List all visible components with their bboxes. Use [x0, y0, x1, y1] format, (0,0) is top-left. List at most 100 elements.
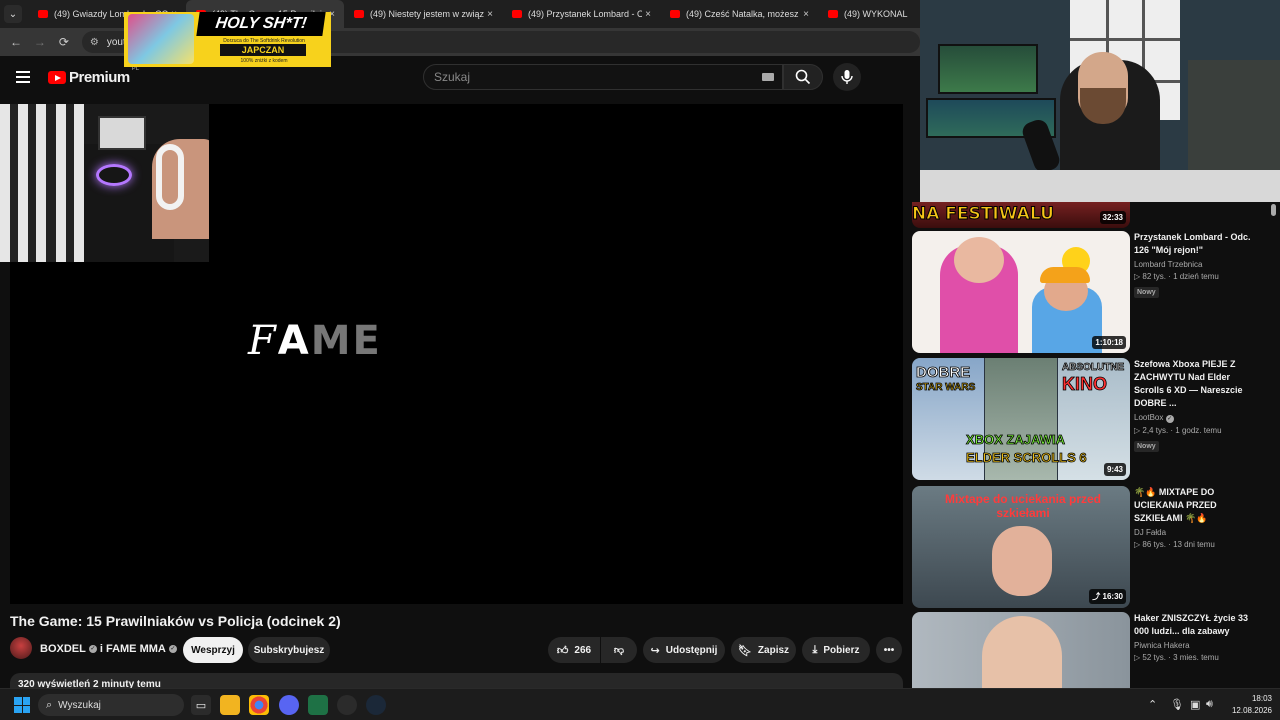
chevron-down-icon[interactable]: ⌄: [4, 5, 22, 23]
menu-icon[interactable]: [16, 71, 30, 83]
tab-title: (49) Przystanek Lombard - Odc: [528, 9, 642, 19]
steam-icon[interactable]: [366, 695, 386, 715]
video-title[interactable]: 🌴🔥 MIXTAPE DO UCIEKANIA PRZED SZKIEŁAMI …: [1134, 486, 1262, 525]
list-item[interactable]: NA FESTIWALU 32:33: [912, 202, 1272, 228]
site-settings-icon[interactable]: ⚙: [90, 37, 99, 48]
like-button[interactable]: 👍︎ 266: [548, 637, 600, 663]
taskbar-search-input[interactable]: ⌕ Wyszukaj: [38, 694, 184, 716]
chrome-icon[interactable]: [249, 695, 269, 715]
browser-tab[interactable]: (49) Przystanek Lombard - Odc ×: [502, 0, 660, 28]
like-count: 266: [574, 644, 592, 656]
keyboard-icon[interactable]: [762, 73, 774, 81]
sponsor-banner: HOLY SH*T! Dorzuca do The Softdrink Revo…: [124, 12, 331, 67]
browser-tab[interactable]: (49) Cześć Natalka, możesz wyg×: [660, 0, 818, 28]
channel-name[interactable]: Piwnica Hakera: [1134, 641, 1262, 650]
headphones: [156, 144, 184, 210]
verified-icon: ✓: [168, 645, 177, 653]
video-thumbnail[interactable]: NA FESTIWALU 32:33: [912, 202, 1130, 228]
views: 52 tys.: [1142, 653, 1166, 662]
views: 2,4 tys.: [1142, 426, 1169, 435]
download-button[interactable]: ⤓ Pobierz: [802, 637, 870, 663]
task-view-icon[interactable]: ▭: [191, 695, 211, 715]
microphone-icon[interactable]: 🎙︎: [1170, 698, 1184, 711]
scrollbar-thumb[interactable]: [1271, 204, 1276, 216]
age: 1 dzień temu: [1173, 272, 1219, 281]
channel-name[interactable]: DJ Fałda: [1134, 528, 1262, 537]
tab-title: (49) Niestety jestem w związku: [370, 9, 484, 19]
channel-name[interactable]: BOXDEL ✓ i FAME MMA ✓: [40, 643, 177, 655]
youtube-favicon-icon: [512, 10, 522, 18]
search-input[interactable]: Szukaj: [423, 64, 783, 90]
close-icon[interactable]: ×: [800, 9, 812, 20]
thumbs-up-icon: 👍︎: [556, 644, 569, 657]
share-icon: ↪: [650, 644, 660, 657]
windows-start-icon[interactable]: [14, 697, 30, 713]
thumbs-down-icon: 👎︎: [613, 645, 625, 656]
search-icon: [795, 69, 811, 85]
neon-sign: [96, 164, 132, 186]
fame-watermark: FAME: [248, 318, 382, 364]
channel-name[interactable]: LootBox: [1134, 413, 1163, 422]
video-title[interactable]: Szefowa Xboxa PIEJE Z ZACHWYTU Nad Elder…: [1134, 358, 1262, 410]
screen: ⌄ (49) Gwiazdy Lombardu: CO T× (49) The …: [0, 0, 1280, 720]
video-thumbnail[interactable]: 1:10:18: [912, 231, 1130, 353]
bookmark-icon: 🔖︎: [737, 644, 752, 657]
reload-icon[interactable]: ⟳: [52, 35, 76, 49]
youtube-favicon-icon: [38, 10, 48, 18]
browser-tab[interactable]: (49) Niestety jestem w związku ×: [344, 0, 502, 28]
search-button[interactable]: [783, 64, 823, 90]
search-icon: ⌕: [46, 698, 53, 711]
age: 1 godz. temu: [1175, 426, 1222, 435]
system-clock[interactable]: 18:03 12.08.2026: [1226, 693, 1272, 717]
dislike-button[interactable]: 👎︎: [601, 637, 637, 663]
video-thumbnail[interactable]: DOBRE STAR WARS ABSOLUTNE KINO XBOX ZAJA…: [912, 358, 1130, 480]
close-icon[interactable]: ×: [484, 9, 496, 20]
streamer-overlay-webcam: [0, 104, 209, 262]
recommendations-sidebar: NA FESTIWALU 32:33 1:10:18 Przystanek Lo…: [912, 202, 1272, 688]
shorts-icon: ⤴: [1092, 592, 1103, 601]
close-icon[interactable]: ×: [642, 9, 654, 20]
microphone-icon: [841, 70, 853, 84]
video-title[interactable]: Przystanek Lombard - Odc. 126 "Mój rejon…: [1134, 231, 1262, 257]
duration-badge: 9:43: [1103, 463, 1126, 476]
video-title[interactable]: Haker ZNISZCZYŁ życie 33 000 ludzi... dl…: [1134, 612, 1262, 638]
logo-text: Premium: [69, 69, 130, 86]
verified-icon: ✓: [1165, 415, 1174, 423]
address-text: yout: [106, 36, 126, 48]
forward-arrow-icon[interactable]: →: [28, 35, 52, 49]
video-thumbnail[interactable]: Mixtape do uciekania przed szkiełami ⤴ 1…: [912, 486, 1130, 608]
verified-icon: ✓: [88, 645, 97, 653]
age: 3 mies. temu: [1173, 653, 1219, 662]
share-button[interactable]: ↪ Udostępnij: [643, 637, 725, 663]
youtube-play-icon: [48, 71, 66, 84]
back-arrow-icon[interactable]: ←: [4, 35, 28, 49]
youtube-premium-logo[interactable]: Premium PL: [48, 66, 139, 86]
voice-search-button[interactable]: [833, 63, 861, 91]
excel-icon[interactable]: [308, 695, 328, 715]
support-button[interactable]: Wesprzyj: [183, 637, 243, 663]
subscribed-button[interactable]: Subskrybujesz: [248, 637, 330, 663]
volume-icon[interactable]: 🔊︎: [1206, 698, 1213, 711]
sponsor-artwork: [128, 14, 194, 64]
video-thumbnail[interactable]: [912, 612, 1130, 688]
chevron-up-icon[interactable]: ⌃: [1148, 698, 1157, 711]
list-item[interactable]: DOBRE STAR WARS ABSOLUTNE KINO XBOX ZAJA…: [912, 358, 1272, 480]
save-button[interactable]: 🔖︎ Zapisz: [731, 637, 796, 663]
more-actions-button[interactable]: •••: [876, 637, 902, 663]
network-icon[interactable]: ▣: [1190, 698, 1200, 711]
channel-name[interactable]: Lombard Trzebnica: [1134, 260, 1262, 269]
taskbar-search-label: Wyszukaj: [58, 699, 101, 711]
video-title: The Game: 15 Prawilniaków vs Policja (od…: [10, 613, 341, 629]
browser-tab[interactable]: (49) WYKONALIŚMY CH: [818, 0, 914, 28]
youtube-favicon-icon: [670, 10, 680, 18]
list-item[interactable]: Mixtape do uciekania przed szkiełami ⤴ 1…: [912, 486, 1272, 608]
age: 13 dni temu: [1173, 540, 1215, 549]
youtube-favicon-icon: [828, 10, 838, 18]
list-item[interactable]: Haker ZNISZCZYŁ życie 33 000 ludzi... dl…: [912, 612, 1272, 688]
avatar[interactable]: [10, 637, 32, 659]
obs-icon[interactable]: [337, 695, 357, 715]
discord-icon[interactable]: [279, 695, 299, 715]
list-item[interactable]: 1:10:18 Przystanek Lombard - Odc. 126 "M…: [912, 231, 1272, 353]
file-explorer-icon[interactable]: [220, 695, 240, 715]
clock-time: 18:03: [1251, 694, 1272, 703]
